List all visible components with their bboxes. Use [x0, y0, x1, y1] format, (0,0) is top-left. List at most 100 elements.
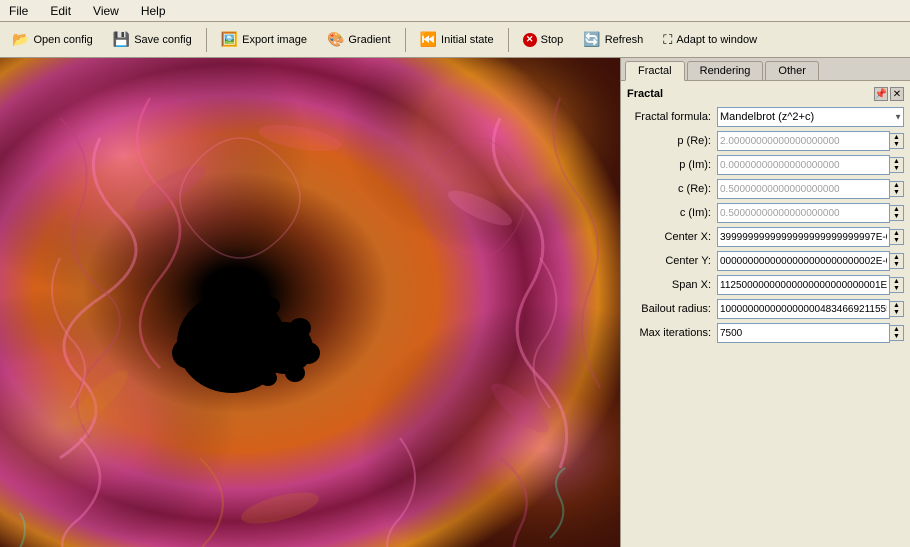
toolbar-separator-2: [405, 28, 406, 52]
center-y-row: Center Y: ▲ ▼: [627, 251, 904, 271]
span-x-input[interactable]: [717, 275, 890, 295]
span-x-down[interactable]: ▼: [890, 285, 903, 292]
fractal-formula-row: Fractal formula: Mandelbrot (z^2+c) Juli…: [627, 107, 904, 127]
p-im-up[interactable]: ▲: [890, 158, 903, 165]
span-x-row: Span X: ▲ ▼: [627, 275, 904, 295]
p-im-input[interactable]: [717, 155, 890, 175]
p-re-input[interactable]: [717, 131, 890, 151]
c-re-control: ▲ ▼: [717, 179, 904, 199]
stop-label: Stop: [541, 34, 564, 46]
center-y-up[interactable]: ▲: [890, 254, 903, 261]
toolbar-separator-1: [206, 28, 207, 52]
fractal-formula-control: Mandelbrot (z^2+c) Julia Burning Ship: [717, 107, 904, 127]
c-re-spinbtns: ▲ ▼: [890, 181, 904, 197]
open-config-button[interactable]: 📂 Open config: [4, 26, 101, 54]
menubar: File Edit View Help: [0, 0, 910, 22]
max-iterations-up[interactable]: ▲: [890, 326, 903, 333]
gradient-button[interactable]: 🎨 Gradient: [319, 26, 399, 54]
c-im-down[interactable]: ▼: [890, 213, 903, 220]
menu-file[interactable]: File: [4, 2, 33, 20]
max-iterations-row: Max iterations: ▲ ▼: [627, 323, 904, 343]
right-panel: Fractal Rendering Other Fractal 📌 ✕ Frac…: [620, 58, 910, 547]
tab-other[interactable]: Other: [765, 61, 819, 80]
center-x-up[interactable]: ▲: [890, 230, 903, 237]
max-iterations-spinbtns: ▲ ▼: [890, 325, 904, 341]
span-x-up[interactable]: ▲: [890, 278, 903, 285]
center-x-input[interactable]: [717, 227, 890, 247]
c-re-up[interactable]: ▲: [890, 182, 903, 189]
c-im-label: c (Im):: [627, 207, 717, 219]
c-re-input[interactable]: [717, 179, 890, 199]
bailout-radius-input[interactable]: [717, 299, 890, 319]
center-y-label: Center Y:: [627, 255, 717, 267]
p-re-up[interactable]: ▲: [890, 134, 903, 141]
panel-title: Fractal: [627, 88, 663, 100]
max-iterations-input[interactable]: [717, 323, 890, 343]
pin-panel-button[interactable]: 📌: [874, 87, 888, 101]
export-icon: 🖼️: [221, 31, 238, 48]
menu-edit[interactable]: Edit: [45, 2, 76, 20]
refresh-icon: 🔄: [583, 31, 600, 48]
stop-icon: ✕: [523, 33, 537, 47]
span-x-label: Span X:: [627, 279, 717, 291]
menu-view[interactable]: View: [88, 2, 124, 20]
p-re-down[interactable]: ▼: [890, 141, 903, 148]
center-y-input[interactable]: [717, 251, 890, 271]
tab-fractal[interactable]: Fractal: [625, 61, 685, 81]
toolbar: 📂 Open config 💾 Save config 🖼️ Export im…: [0, 22, 910, 58]
center-y-down[interactable]: ▼: [890, 261, 903, 268]
adapt-to-window-label: Adapt to window: [676, 34, 757, 46]
main-content: Fractal Rendering Other Fractal 📌 ✕ Frac…: [0, 58, 910, 547]
span-x-control: ▲ ▼: [717, 275, 904, 295]
bailout-radius-up[interactable]: ▲: [890, 302, 903, 309]
stop-button[interactable]: ✕ Stop: [515, 26, 572, 54]
open-config-label: Open config: [33, 34, 92, 46]
menu-help[interactable]: Help: [136, 2, 171, 20]
c-im-spinbtns: ▲ ▼: [890, 205, 904, 221]
c-re-row: c (Re): ▲ ▼: [627, 179, 904, 199]
fractal-canvas[interactable]: [0, 58, 620, 547]
export-image-button[interactable]: 🖼️ Export image: [213, 26, 315, 54]
folder-open-icon: 📂: [12, 31, 29, 48]
export-image-label: Export image: [242, 34, 307, 46]
bailout-radius-row: Bailout radius: ▲ ▼: [627, 299, 904, 319]
gradient-label: Gradient: [348, 34, 390, 46]
center-x-down[interactable]: ▼: [890, 237, 903, 244]
tab-bar: Fractal Rendering Other: [621, 58, 910, 81]
fractal-formula-select-wrapper: Mandelbrot (z^2+c) Julia Burning Ship: [717, 107, 904, 127]
panel-content: Fractal 📌 ✕ Fractal formula: Mandelbrot …: [621, 81, 910, 547]
adapt-to-window-button[interactable]: ⛶ Adapt to window: [655, 26, 765, 54]
p-im-row: p (Im): ▲ ▼: [627, 155, 904, 175]
save-icon: 💾: [113, 31, 130, 48]
center-y-control: ▲ ▼: [717, 251, 904, 271]
bailout-radius-label: Bailout radius:: [627, 303, 717, 315]
c-re-label: c (Re):: [627, 183, 717, 195]
toolbar-separator-3: [508, 28, 509, 52]
c-im-input[interactable]: [717, 203, 890, 223]
center-x-row: Center X: ▲ ▼: [627, 227, 904, 247]
p-im-label: p (Im):: [627, 159, 717, 171]
close-panel-button[interactable]: ✕: [890, 87, 904, 101]
c-re-down[interactable]: ▼: [890, 189, 903, 196]
p-re-control: ▲ ▼: [717, 131, 904, 151]
refresh-button[interactable]: 🔄 Refresh: [575, 26, 651, 54]
span-x-spinbtns: ▲ ▼: [890, 277, 904, 293]
save-config-button[interactable]: 💾 Save config: [105, 26, 200, 54]
c-im-up[interactable]: ▲: [890, 206, 903, 213]
refresh-label: Refresh: [605, 34, 644, 46]
initial-state-icon: ⏮️: [420, 31, 437, 48]
center-x-label: Center X:: [627, 231, 717, 243]
bailout-radius-down[interactable]: ▼: [890, 309, 903, 316]
bailout-radius-spinbtns: ▲ ▼: [890, 301, 904, 317]
center-x-control: ▲ ▼: [717, 227, 904, 247]
c-im-control: ▲ ▼: [717, 203, 904, 223]
fractal-formula-select[interactable]: Mandelbrot (z^2+c) Julia Burning Ship: [717, 107, 904, 127]
p-im-down[interactable]: ▼: [890, 165, 903, 172]
adapt-icon: ⛶: [663, 32, 672, 48]
tab-rendering[interactable]: Rendering: [687, 61, 764, 80]
p-re-spinbtns: ▲ ▼: [890, 133, 904, 149]
fractal-svg: [0, 58, 620, 547]
max-iterations-down[interactable]: ▼: [890, 333, 903, 340]
center-x-spinbtns: ▲ ▼: [890, 229, 904, 245]
initial-state-button[interactable]: ⏮️ Initial state: [412, 26, 502, 54]
